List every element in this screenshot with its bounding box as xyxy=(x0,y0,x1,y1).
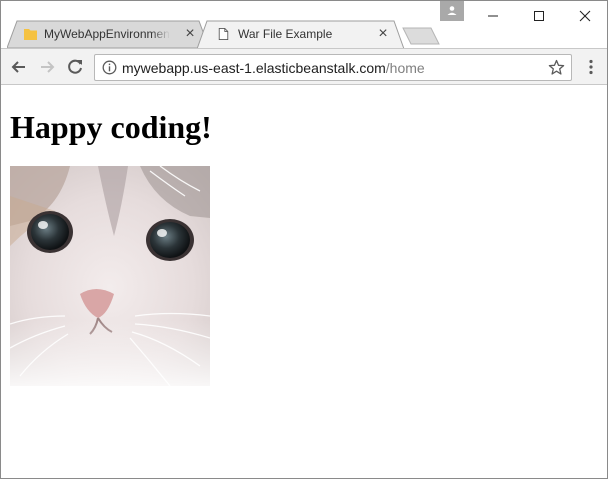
page-content: Happy coding! xyxy=(1,86,607,478)
page-heading: Happy coding! xyxy=(10,109,212,145)
folder-icon xyxy=(24,29,37,40)
star-icon[interactable] xyxy=(548,59,565,76)
tab-title: War File Example xyxy=(238,27,333,41)
close-window-button[interactable] xyxy=(562,1,607,31)
cat-photo xyxy=(10,166,210,386)
url-path: /home xyxy=(385,60,425,76)
user-icon xyxy=(447,6,457,15)
minimize-icon xyxy=(488,15,498,17)
profile-button[interactable] xyxy=(440,1,464,21)
tab-strip: MyWebAppEnvironment × War File Example × xyxy=(1,1,607,49)
tab-close-icon[interactable]: × xyxy=(376,26,390,42)
tab-close-icon[interactable]: × xyxy=(183,26,197,42)
maximize-button[interactable] xyxy=(516,1,562,31)
page-icon xyxy=(218,28,229,40)
maximize-icon xyxy=(534,11,544,21)
browser-toolbar: mywebapp.us-east-1.elasticbeanstalk.com/… xyxy=(1,48,607,85)
forward-arrow-icon[interactable] xyxy=(37,57,57,77)
url-text[interactable]: mywebapp.us-east-1.elasticbeanstalk.com/… xyxy=(122,60,425,76)
close-icon xyxy=(579,10,591,22)
tab-title: MyWebAppEnvironment xyxy=(44,27,170,41)
browser-window: MyWebAppEnvironment × War File Example × xyxy=(0,0,608,479)
kebab-menu-icon[interactable] xyxy=(581,57,601,77)
url-host: mywebapp.us-east-1.elasticbeanstalk.com xyxy=(122,60,386,76)
address-bar[interactable]: mywebapp.us-east-1.elasticbeanstalk.com/… xyxy=(94,54,572,81)
new-tab-icon[interactable] xyxy=(402,27,440,45)
reload-icon[interactable] xyxy=(65,57,85,77)
info-icon[interactable] xyxy=(102,60,117,75)
tab-mywebappenvironment[interactable]: MyWebAppEnvironment × xyxy=(7,20,209,48)
tab-war-file-example[interactable]: War File Example × xyxy=(197,20,407,49)
minimize-button[interactable] xyxy=(470,1,516,31)
back-arrow-icon[interactable] xyxy=(9,57,29,77)
